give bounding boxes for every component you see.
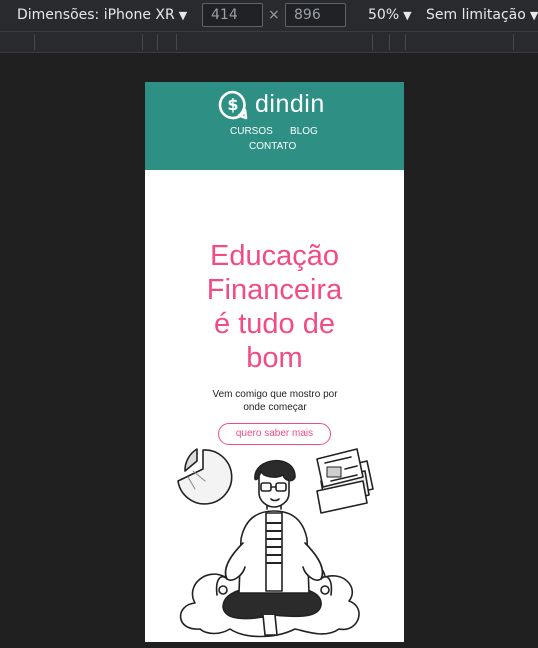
throttle-label: Sem limitação bbox=[426, 7, 526, 23]
chevron-down-icon: ▼ bbox=[403, 9, 412, 22]
hero-subtitle-line: onde começar bbox=[243, 402, 307, 413]
width-input[interactable]: 414 bbox=[202, 3, 263, 27]
brand-name: dindin bbox=[255, 90, 325, 118]
money-stack-icon bbox=[316, 448, 374, 514]
pie-chart-icon bbox=[177, 448, 233, 505]
height-input[interactable]: 896 bbox=[285, 3, 346, 27]
brand-logo[interactable]: $ dindin bbox=[217, 89, 337, 121]
hero-subtitle: Vem comigo que mostro por onde começar bbox=[185, 388, 365, 414]
site-header: $ dindin CURSOS BLOG CONTATO bbox=[145, 82, 404, 170]
hero-title-line: Educação bbox=[210, 240, 339, 272]
chevron-down-icon: ▼ bbox=[529, 9, 538, 22]
ruler-tick bbox=[157, 34, 158, 50]
ruler-tick bbox=[513, 34, 514, 50]
hero-illustration bbox=[177, 448, 374, 638]
nav-item-cursos[interactable]: CURSOS bbox=[230, 126, 273, 137]
hero-title-line: bom bbox=[246, 342, 303, 374]
hero-subtitle-line: Vem comigo que mostro por bbox=[212, 389, 338, 400]
money-bubble-icon: $ bbox=[218, 90, 248, 120]
media-query-bar[interactable] bbox=[0, 31, 538, 53]
zoom-label: 50% bbox=[368, 7, 400, 23]
dimension-separator: × bbox=[268, 7, 280, 23]
hero-title: Educação Financeira é tudo de bom bbox=[145, 239, 404, 375]
device-viewport: $ dindin CURSOS BLOG CONTATO Educação Fi… bbox=[145, 82, 404, 642]
ruler-tick bbox=[372, 34, 373, 50]
ruler-tick bbox=[405, 34, 406, 50]
ruler-tick bbox=[34, 34, 35, 50]
ruler-tick bbox=[389, 34, 390, 50]
hero-title-line: é tudo de bbox=[214, 308, 335, 340]
hero-title-line: Financeira bbox=[206, 274, 343, 306]
ruler-tick bbox=[176, 34, 177, 50]
chevron-down-icon: ▼ bbox=[178, 9, 188, 22]
ruler-tick bbox=[142, 34, 143, 50]
dimensions-dropdown[interactable]: Dimensões: iPhone XR ▼ bbox=[17, 6, 187, 25]
dimensions-label: Dimensões: iPhone XR bbox=[17, 7, 175, 23]
zoom-dropdown[interactable]: 50% ▼ bbox=[368, 6, 412, 25]
nav-item-blog[interactable]: BLOG bbox=[290, 126, 318, 137]
logo-symbol: $ bbox=[227, 95, 238, 114]
device-toolbar: Dimensões: iPhone XR ▼ 414 × 896 50% ▼ Sem… bbox=[0, 0, 538, 31]
cta-button[interactable]: quero saber mais bbox=[218, 423, 331, 445]
nav-item-contato[interactable]: CONTATO bbox=[249, 141, 296, 152]
throttle-dropdown[interactable]: Sem limitação ▼ bbox=[426, 6, 538, 25]
